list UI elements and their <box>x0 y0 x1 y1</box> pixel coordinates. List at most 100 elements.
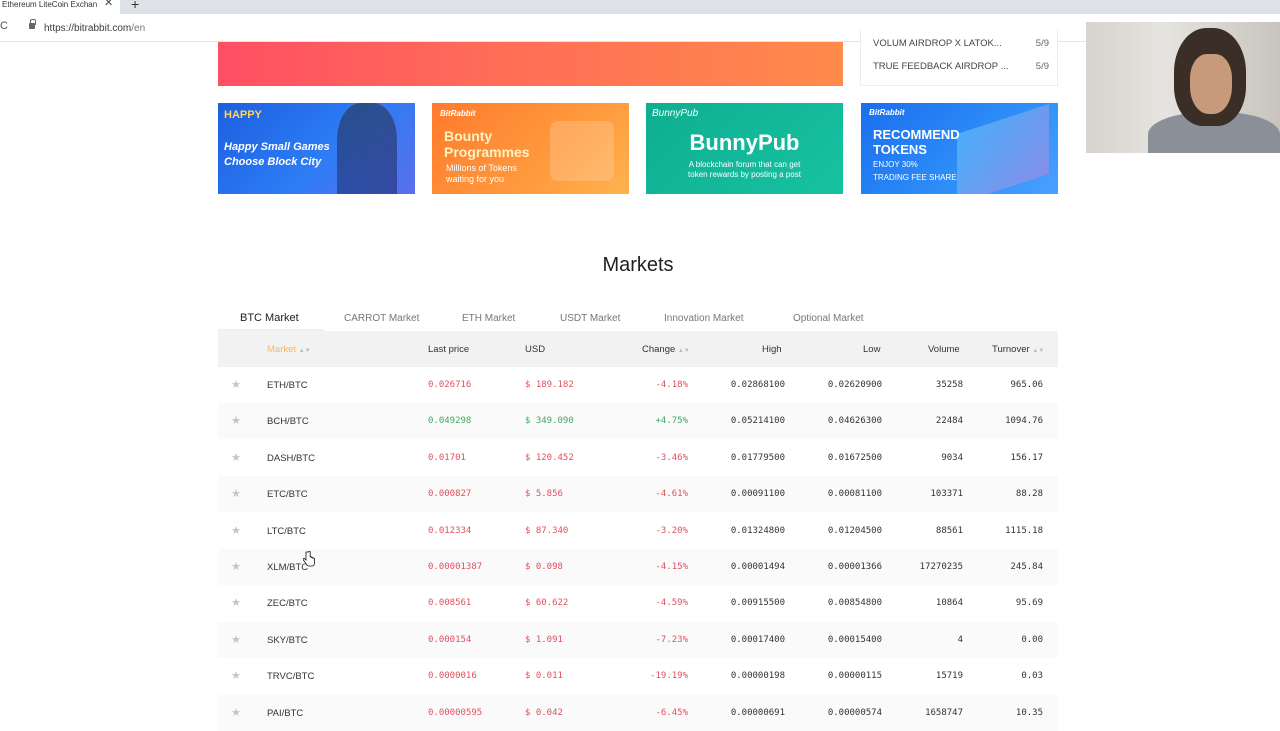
favorite-star-icon[interactable]: ★ <box>231 669 241 682</box>
promo-line: Happy Small Games <box>224 141 330 153</box>
cell-last-price: 0.01701 <box>428 452 466 463</box>
promo-line: BunnyPub <box>689 130 800 155</box>
promo-line: Choose Block City <box>224 156 322 168</box>
announcement-box: VOLUM AIRDROP X LATOK... 5/9 TRUE FEEDBA… <box>860 30 1058 86</box>
cell-pair[interactable]: SKY/BTC <box>267 635 308 646</box>
hero-banner[interactable] <box>218 42 843 86</box>
cell-last-price: 0.012334 <box>428 525 472 536</box>
cell-usd: $ 0.042 <box>525 707 563 718</box>
favorite-star-icon[interactable]: ★ <box>231 706 241 719</box>
tab-eth-market[interactable]: ETH Market <box>462 313 515 324</box>
cell-pair[interactable]: DASH/BTC <box>267 453 315 464</box>
cell-low: 0.01672500 <box>827 452 882 463</box>
new-tab-icon[interactable]: + <box>131 0 139 12</box>
promo-line: TRADING FEE SHARE <box>873 173 957 182</box>
promo-happy-games[interactable]: HAPPY Happy Small Games Choose Block Cit… <box>218 103 415 194</box>
cell-high: 0.00017400 <box>730 634 785 645</box>
cell-pair[interactable]: ETC/BTC <box>267 489 308 500</box>
cell-turnover: 88.28 <box>1015 489 1043 500</box>
table-row[interactable]: ★ ETH/BTC 0.026716 $ 189.182 -4.18% 0.0286810… <box>218 367 1058 403</box>
tab-usdt-market[interactable]: USDT Market <box>560 313 620 324</box>
column-usd: USD <box>525 344 546 355</box>
cell-pair[interactable]: XLM/BTC <box>267 562 308 573</box>
webcam-overlay <box>1086 22 1280 153</box>
table-row[interactable]: ★ LTC/BTC 0.012334 $ 87.340 -3.20% 0.01324800… <box>218 513 1058 549</box>
cell-last-price: 0.00001387 <box>428 562 483 572</box>
announcement-item[interactable]: VOLUM AIRDROP X LATOK... 5/9 <box>873 38 1049 49</box>
cell-pair[interactable]: PAI/BTC <box>267 708 303 719</box>
cell-pair[interactable]: ZEC/BTC <box>267 598 308 609</box>
table-row[interactable]: ★ ZEC/BTC 0.008561 $ 60.622 -4.59% 0.00915500… <box>218 585 1058 621</box>
tab-optional-market[interactable]: Optional Market <box>793 313 864 324</box>
cell-pair[interactable]: LTC/BTC <box>267 526 306 537</box>
favorite-star-icon[interactable]: ★ <box>231 487 241 500</box>
column-high: High <box>762 344 782 355</box>
favorite-star-icon[interactable]: ★ <box>231 560 241 573</box>
announcement-title: VOLUM AIRDROP X LATOK... <box>873 38 1002 49</box>
cell-usd: $ 0.098 <box>525 562 563 572</box>
favorite-star-icon[interactable]: ★ <box>231 596 241 609</box>
promo-figure <box>337 103 397 194</box>
table-row[interactable]: ★ SKY/BTC 0.000154 $ 1.091 -7.23% 0.00017400 0… <box>218 621 1058 658</box>
cell-turnover: 245.84 <box>1010 562 1043 572</box>
cell-low: 0.02620900 <box>827 380 882 390</box>
announcement-item[interactable]: TRUE FEEDBACK AIRDROP ... 5/9 <box>873 61 1049 72</box>
cell-low: 0.00015400 <box>827 634 882 645</box>
cell-high: 0.00001494 <box>730 562 785 572</box>
cell-change: -3.46% <box>655 452 688 463</box>
cell-change: -3.20% <box>655 525 688 536</box>
column-market[interactable]: Market ▲▼ <box>267 344 311 355</box>
favorite-star-icon[interactable]: ★ <box>231 451 241 464</box>
reload-icon[interactable]: C <box>0 20 8 32</box>
table-row[interactable]: ★ TRVC/BTC 0.0000016 $ 0.011 -19.19% 0.000001… <box>218 658 1058 694</box>
cell-turnover: 0.03 <box>1021 671 1043 682</box>
cell-change: -4.18% <box>655 380 688 390</box>
promo-bunnypub[interactable]: BunnyPub BunnyPub A blockchain forum tha… <box>646 103 843 194</box>
cell-last-price: 0.00000595 <box>428 707 483 718</box>
table-row[interactable]: ★ DASH/BTC 0.01701 $ 120.452 -3.46% 0.0177950… <box>218 440 1058 476</box>
cell-pair[interactable]: ETH/BTC <box>267 380 308 391</box>
cell-turnover: 0.00 <box>1021 634 1043 645</box>
table-row[interactable]: ★ BCH/BTC 0.049298 $ 349.090 +4.75% 0.0521410… <box>218 403 1058 440</box>
cell-low: 0.00854800 <box>827 598 882 609</box>
favorite-star-icon[interactable]: ★ <box>231 414 241 427</box>
cell-volume: 22484 <box>935 416 963 427</box>
cell-pair[interactable]: TRVC/BTC <box>267 671 314 682</box>
lock-icon <box>29 19 36 29</box>
favorite-star-icon[interactable]: ★ <box>231 524 241 537</box>
url-field[interactable]: https://bitrabbit.com/en <box>44 23 145 34</box>
tab-carrot-market[interactable]: CARROT Market <box>344 313 419 324</box>
cell-low: 0.00000574 <box>827 707 882 718</box>
cell-volume: 10864 <box>935 598 963 609</box>
cell-last-price: 0.000154 <box>428 634 472 645</box>
promo-line: waiting for you <box>446 174 505 184</box>
favorite-star-icon[interactable]: ★ <box>231 633 241 646</box>
cell-volume: 9034 <box>941 452 963 463</box>
tab-btc-market[interactable]: BTC Market <box>240 312 299 324</box>
cell-change: -19.19% <box>650 671 688 682</box>
promo-bounty[interactable]: BitRabbit Bounty Programmes Millions of … <box>432 103 629 194</box>
cell-volume: 88561 <box>935 525 963 536</box>
promo-recommend-tokens[interactable]: BitRabbit RECOMMEND TOKENS ENJOY 30% TRA… <box>861 103 1058 194</box>
tab-innovation-market[interactable]: Innovation Market <box>664 313 744 324</box>
cell-high: 0.00915500 <box>730 598 785 609</box>
column-change[interactable]: Change ▲▼ <box>642 344 690 355</box>
cell-high: 0.00000198 <box>730 671 785 682</box>
table-row[interactable]: ★ XLM/BTC 0.00001387 $ 0.098 -4.15% 0.0000149… <box>218 549 1058 585</box>
browser-tab[interactable]: Ethereum LiteCoin Exchan ✕ <box>0 0 120 14</box>
table-row[interactable]: ★ PAI/BTC 0.00000595 $ 0.042 -6.45% 0.0000069… <box>218 694 1058 731</box>
cell-low: 0.00000115 <box>827 671 882 682</box>
minimize-icon[interactable]: – <box>1252 0 1258 5</box>
markets-title: Markets <box>602 254 674 276</box>
column-turnover[interactable]: Turnover ▲▼ <box>992 344 1044 355</box>
cell-last-price: 0.008561 <box>428 598 472 609</box>
cell-low: 0.01204500 <box>827 525 882 536</box>
cell-pair[interactable]: BCH/BTC <box>267 416 309 427</box>
cell-high: 0.05214100 <box>730 416 785 427</box>
table-row[interactable]: ★ ETC/BTC 0.000827 $ 5.856 -4.61% 0.00091100 0… <box>218 476 1058 513</box>
cell-usd: $ 0.011 <box>525 671 563 682</box>
close-tab-icon[interactable]: ✕ <box>104 0 113 9</box>
promo-line: Bounty <box>444 128 493 144</box>
hand-cursor-icon <box>303 551 315 567</box>
favorite-star-icon[interactable]: ★ <box>231 378 241 391</box>
